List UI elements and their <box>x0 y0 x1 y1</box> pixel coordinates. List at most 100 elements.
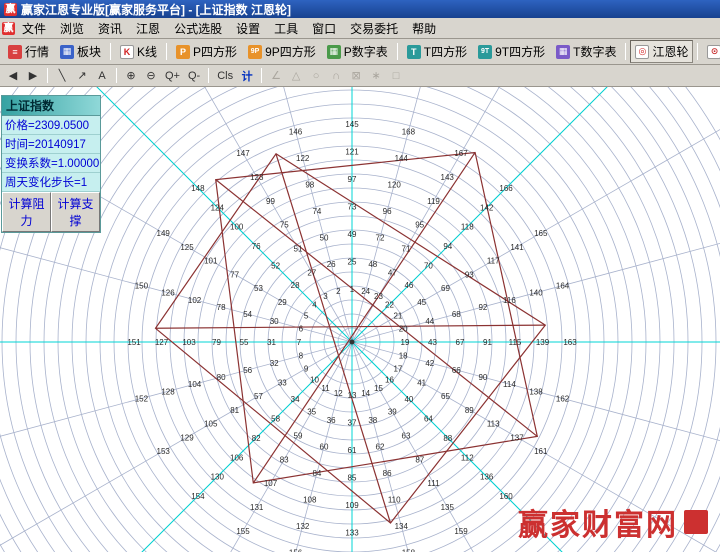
svg-text:16: 16 <box>385 376 394 385</box>
panel-row-cycle-step-label: 周天变化步长 <box>5 177 74 189</box>
sectors-button[interactable]: ▦板块 <box>55 40 106 63</box>
trend-line-button[interactable]: ╲ <box>53 67 71 85</box>
menu-item-help[interactable]: 帮助 <box>405 18 443 39</box>
svg-text:18: 18 <box>399 352 408 361</box>
quotes-button[interactable]: ≡行情 <box>3 40 54 63</box>
clear-button[interactable]: Cls <box>214 67 236 85</box>
wheel-grid <box>0 87 720 552</box>
svg-text:31: 31 <box>267 338 276 347</box>
calc-resistance-button[interactable]: 计算阻力 <box>2 192 51 232</box>
panel-rows: 价格=2309.0500时间=20140917变换系数=1.00000周天变化步… <box>2 116 100 192</box>
svg-text:68: 68 <box>452 310 461 319</box>
svg-text:1: 1 <box>350 285 355 294</box>
svg-text:121: 121 <box>345 148 359 157</box>
kline-label: K线 <box>137 43 157 60</box>
panel-row-time-value: 20140917 <box>35 139 86 151</box>
gann-wheel-button[interactable]: ◎江恩轮 <box>630 40 693 63</box>
gann-wheel-chart[interactable]: 1234567891011121314151617181920212223242… <box>0 87 720 552</box>
svg-text:79: 79 <box>212 338 221 347</box>
svg-text:75: 75 <box>280 221 289 230</box>
svg-text:66: 66 <box>452 366 461 375</box>
kline-button[interactable]: KK线 <box>115 40 162 63</box>
menu-item-window[interactable]: 窗口 <box>305 18 343 39</box>
svg-text:134: 134 <box>395 522 409 531</box>
p-square-button[interactable]: PP四方形 <box>171 40 242 63</box>
menu-item-settings[interactable]: 设置 <box>229 18 267 39</box>
menu-item-news[interactable]: 资讯 <box>91 18 129 39</box>
svg-text:36: 36 <box>327 416 336 425</box>
p-number-table-button[interactable]: ▦P数字表 <box>322 40 393 63</box>
quick-zoom-out-button[interactable]: Q- <box>185 67 203 85</box>
nine-p-square-icon: 9P <box>248 45 262 59</box>
svg-text:20: 20 <box>399 324 408 333</box>
svg-text:60: 60 <box>320 442 329 451</box>
quick-zoom-in-button[interactable]: Q+ <box>162 67 183 85</box>
svg-text:77: 77 <box>230 270 239 279</box>
panel-row-transform-factor-label: 变换系数 <box>5 158 51 170</box>
svg-text:148: 148 <box>191 184 205 193</box>
svg-text:159: 159 <box>454 527 468 536</box>
svg-text:13: 13 <box>348 391 357 400</box>
calc-support-button[interactable]: 计算支撑 <box>51 192 100 232</box>
svg-text:81: 81 <box>230 406 239 415</box>
scroll-left-button[interactable]: ◀ <box>4 67 22 85</box>
svg-text:132: 132 <box>296 522 310 531</box>
svg-text:160: 160 <box>499 492 513 501</box>
svg-text:51: 51 <box>294 245 303 254</box>
menu-item-browse[interactable]: 浏览 <box>53 18 91 39</box>
svg-text:78: 78 <box>217 303 226 312</box>
svg-text:154: 154 <box>191 492 205 501</box>
svg-text:165: 165 <box>534 229 548 238</box>
svg-text:163: 163 <box>563 338 577 347</box>
arrow-line-button[interactable]: ↗ <box>73 67 91 85</box>
menu-logo-icon: 赢 <box>2 22 15 35</box>
svg-text:130: 130 <box>211 473 225 482</box>
text-label-button[interactable]: A <box>93 67 111 85</box>
svg-text:135: 135 <box>441 503 455 512</box>
t-number-table-icon: ▦ <box>556 45 570 59</box>
circle-tool-button: ○ <box>307 67 325 85</box>
svg-text:71: 71 <box>402 245 411 254</box>
drawbar-separator <box>116 68 117 83</box>
quotes-icon: ≡ <box>8 45 22 59</box>
svg-text:139: 139 <box>536 338 550 347</box>
svg-text:63: 63 <box>402 432 411 441</box>
svg-text:128: 128 <box>161 387 175 396</box>
chart-area[interactable]: 1234567891011121314151617181920212223242… <box>0 87 720 552</box>
menu-item-formula-stock-pick[interactable]: 公式选股 <box>167 18 229 39</box>
panel-row-cycle-step-value: 1 <box>81 177 87 189</box>
svg-text:64: 64 <box>424 414 433 423</box>
svg-text:17: 17 <box>393 365 402 374</box>
scroll-right-button[interactable]: ▶ <box>24 67 42 85</box>
svg-text:162: 162 <box>556 394 570 403</box>
zoom-in-button[interactable]: ⊕ <box>122 67 140 85</box>
svg-text:24: 24 <box>361 287 370 296</box>
p-number-table-icon: ▦ <box>327 45 341 59</box>
toolbar-separator <box>166 43 167 60</box>
svg-text:124: 124 <box>211 203 225 212</box>
title-bar: 赢 赢家江恩专业版[赢家服务平台] - [上证指数 江恩轮] <box>0 0 720 18</box>
svg-text:49: 49 <box>348 230 357 239</box>
svg-text:120: 120 <box>388 181 402 190</box>
t-square-button[interactable]: TT四方形 <box>402 40 472 63</box>
zoom-out-button[interactable]: ⊖ <box>142 67 160 85</box>
menu-item-tools[interactable]: 工具 <box>267 18 305 39</box>
svg-text:25: 25 <box>348 258 357 267</box>
calculate-button[interactable]: 计 <box>238 67 256 85</box>
svg-text:153: 153 <box>157 447 171 456</box>
drawbar-separator <box>261 68 262 83</box>
menu-item-file[interactable]: 文件 <box>15 18 53 39</box>
winner-wheel-button[interactable]: ⊙赢家轮 <box>702 40 720 63</box>
menu-item-gann[interactable]: 江恩 <box>129 18 167 39</box>
svg-text:96: 96 <box>383 207 392 216</box>
t-number-table-button[interactable]: ▦T数字表 <box>551 40 621 63</box>
svg-text:80: 80 <box>217 373 226 382</box>
svg-text:167: 167 <box>454 149 468 158</box>
nine-p-square-button[interactable]: 9P9P四方形 <box>243 40 321 63</box>
svg-text:110: 110 <box>388 495 401 504</box>
svg-text:21: 21 <box>393 312 402 321</box>
menu-item-trade-entrust[interactable]: 交易委托 <box>343 18 405 39</box>
nine-t-square-button[interactable]: 9T9T四方形 <box>473 40 550 63</box>
svg-text:133: 133 <box>345 529 359 538</box>
svg-text:103: 103 <box>182 338 196 347</box>
